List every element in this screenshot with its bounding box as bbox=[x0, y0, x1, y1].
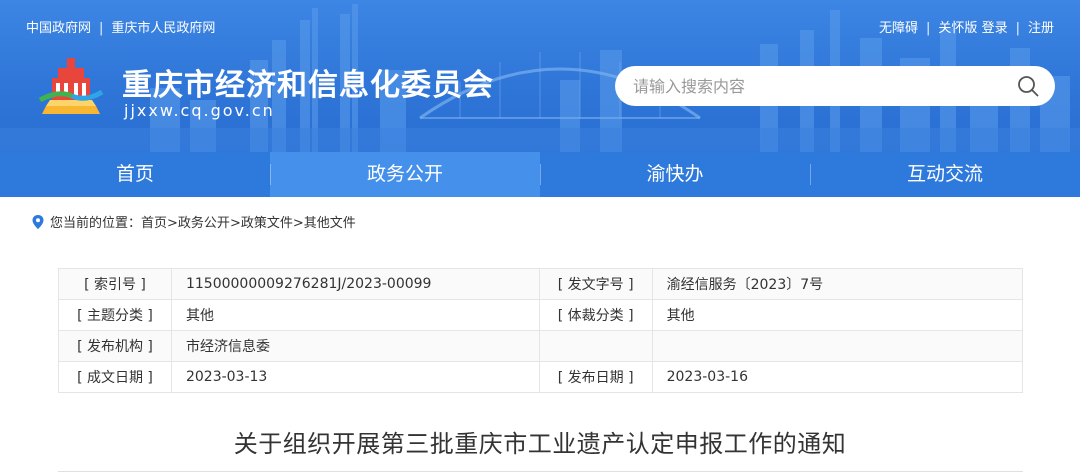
breadcrumb-home[interactable]: 首页 bbox=[141, 212, 167, 231]
nav-item-home[interactable]: 首页 bbox=[0, 152, 270, 197]
meta-value: 其他 bbox=[651, 299, 1024, 331]
table-row: [ 索引号 ] 11500000009276281J/2023-00099 [ … bbox=[58, 268, 1024, 300]
meta-value: 市经济信息委 bbox=[170, 330, 540, 362]
nav-item-yukuaiban[interactable]: 渝快办 bbox=[540, 152, 810, 197]
meta-label: [ 体裁分类 ] bbox=[538, 299, 653, 331]
separator: | bbox=[99, 21, 104, 36]
breadcrumb-gov-affairs[interactable]: >政务公开 bbox=[167, 212, 230, 231]
table-row: [ 发布机构 ] 市经济信息委 bbox=[58, 330, 1024, 362]
meta-label: [ 成文日期 ] bbox=[58, 361, 172, 393]
meta-label: [ 发文字号 ] bbox=[538, 268, 653, 300]
nav-item-interaction[interactable]: 互动交流 bbox=[810, 152, 1080, 197]
meta-value bbox=[651, 330, 1024, 362]
table-row: [ 成文日期 ] 2023-03-13 [ 发布日期 ] 2023-03-16 bbox=[58, 361, 1024, 393]
breadcrumb: 您当前的位置： 首页 >政务公开 >政策文件 >其他文件 bbox=[32, 212, 356, 231]
location-pin-icon bbox=[32, 214, 44, 229]
meta-value: 11500000009276281J/2023-00099 bbox=[170, 268, 540, 300]
breadcrumb-other-docs[interactable]: >其他文件 bbox=[293, 212, 356, 231]
meta-label bbox=[538, 330, 653, 362]
search-input[interactable] bbox=[633, 74, 1003, 98]
register-link[interactable]: 注册 bbox=[1028, 21, 1054, 36]
separator: | bbox=[926, 21, 931, 36]
document-title: 关于组织开展第三批重庆市工业遗产认定申报工作的通知 bbox=[233, 430, 847, 458]
search-box bbox=[615, 66, 1055, 106]
gov-cn-link[interactable]: 中国政府网 bbox=[26, 21, 91, 36]
site-title[interactable]: 重庆市经济和信息化委员会 bbox=[122, 60, 494, 104]
meta-value: 2023-03-13 bbox=[170, 361, 540, 393]
table-row: [ 主题分类 ] 其他 [ 体裁分类 ] 其他 bbox=[58, 299, 1024, 331]
site-logo[interactable] bbox=[38, 56, 104, 118]
meta-label: [ 主题分类 ] bbox=[58, 299, 172, 331]
top-links-left: 中国政府网 | 重庆市人民政府网 bbox=[26, 17, 215, 36]
breadcrumb-prefix: 您当前的位置： bbox=[50, 216, 142, 231]
meta-label: [ 索引号 ] bbox=[58, 268, 172, 300]
cq-gov-link[interactable]: 重庆市人民政府网 bbox=[111, 21, 215, 36]
main-nav: 首页 政务公开 渝快办 互动交流 bbox=[0, 152, 1080, 197]
site-domain: jjxxw.cq.gov.cn bbox=[124, 101, 275, 120]
search-icon[interactable] bbox=[1017, 75, 1039, 97]
divider bbox=[58, 471, 1023, 472]
document-meta-table: [ 索引号 ] 11500000009276281J/2023-00099 [ … bbox=[58, 268, 1024, 393]
site-header: 中国政府网 | 重庆市人民政府网 无障碍 | 关怀版 登录 | 注册 重庆市经济和信息化委员… bbox=[0, 0, 1080, 152]
meta-value: 其他 bbox=[170, 299, 540, 331]
login-link[interactable]: 登录 bbox=[982, 21, 1008, 36]
meta-label: [ 发布机构 ] bbox=[58, 330, 172, 362]
meta-value: 2023-03-16 bbox=[651, 361, 1024, 393]
breadcrumb-policy-docs[interactable]: >政策文件 bbox=[230, 212, 293, 231]
accessibility-link[interactable]: 无障碍 bbox=[879, 21, 918, 36]
care-mode-link[interactable]: 关怀版 bbox=[938, 21, 977, 36]
nav-item-gov-affairs[interactable]: 政务公开 bbox=[270, 152, 540, 197]
meta-value: 渝经信服务〔2023〕7号 bbox=[651, 268, 1024, 300]
top-links-right: 无障碍 | 关怀版 登录 | 注册 bbox=[879, 17, 1054, 36]
separator: | bbox=[1015, 21, 1020, 36]
meta-label: [ 发布日期 ] bbox=[538, 361, 653, 393]
